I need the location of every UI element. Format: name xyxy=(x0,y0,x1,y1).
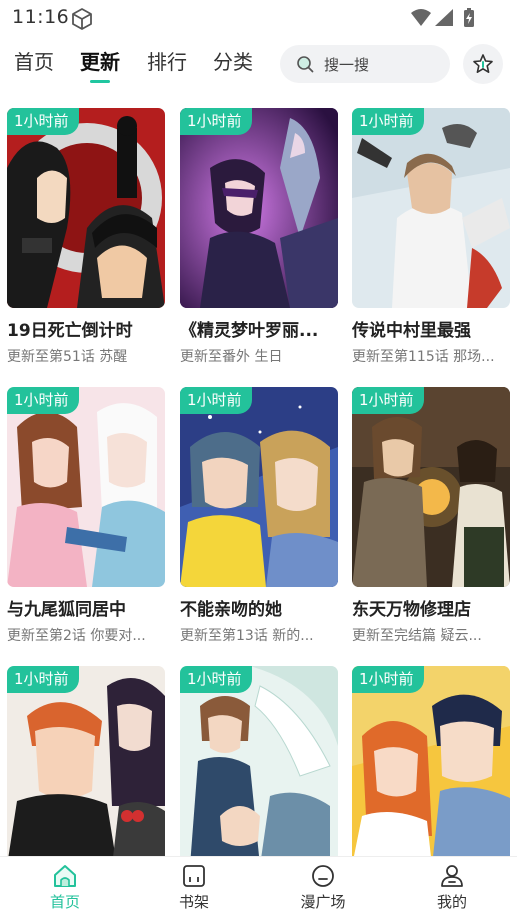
comic-card[interactable]: 1小时前 xyxy=(352,666,510,856)
comic-title: 与九尾狐同居中 xyxy=(7,600,126,620)
update-badge: 1小时前 xyxy=(180,666,252,693)
comic-cover[interactable]: 1小时前 xyxy=(352,387,510,587)
comic-card[interactable]: 1小时前 传说中村里最强 更新至第115话 那场... xyxy=(352,108,510,366)
profile-icon xyxy=(441,865,463,887)
nav-plaza[interactable]: 漫广场 xyxy=(283,863,363,912)
comic-cover[interactable]: 1小时前 xyxy=(352,108,510,308)
comic-subtitle: 更新至第13话 新的... xyxy=(180,628,314,644)
tab-category[interactable]: 分类 xyxy=(213,46,253,75)
comic-cover[interactable]: 1小时前 xyxy=(7,108,165,308)
search-icon xyxy=(296,55,314,77)
comic-title: 传说中村里最强 xyxy=(352,321,471,341)
wifi-icon xyxy=(411,9,431,26)
home-icon xyxy=(54,865,76,887)
comic-grid: 1小时前 19日死亡倒计时 更新至第51话 苏醒 1小时前 《精灵梦叶罗丽...… xyxy=(0,108,517,856)
comic-title: 不能亲吻的她 xyxy=(180,600,282,620)
active-tab-indicator xyxy=(90,80,110,83)
comic-card[interactable]: 1小时前 《精灵梦叶罗丽... 更新至番外 生日 xyxy=(180,108,338,366)
bottom-navigation: 首页 书架 漫广场 我的 xyxy=(0,856,517,920)
nav-bookshelf[interactable]: 书架 xyxy=(154,863,234,912)
plaza-icon xyxy=(312,865,334,887)
nav-profile-label: 我的 xyxy=(436,893,467,911)
comic-subtitle: 更新至第51话 苏醒 xyxy=(7,349,128,365)
signal-icon xyxy=(435,9,453,26)
top-tabs: 首页 更新 排行 分类 xyxy=(0,40,280,90)
nav-home-label: 首页 xyxy=(49,893,80,911)
comic-card[interactable]: 1小时前 19日死亡倒计时 更新至第51话 苏醒 xyxy=(7,108,165,366)
search-input[interactable]: 搜一搜 xyxy=(280,45,450,83)
update-badge: 1小时前 xyxy=(180,387,252,414)
star-icon xyxy=(473,54,493,73)
nav-plaza-label: 漫广场 xyxy=(300,893,346,911)
update-badge: 1小时前 xyxy=(352,387,424,414)
comic-cover[interactable]: 1小时前 xyxy=(180,108,338,308)
comic-cover[interactable]: 1小时前 xyxy=(352,666,510,856)
nav-home[interactable]: 首页 xyxy=(25,863,105,912)
tab-ranking[interactable]: 排行 xyxy=(147,46,187,75)
update-badge: 1小时前 xyxy=(7,108,79,135)
comic-cover[interactable]: 1小时前 xyxy=(180,666,338,856)
comic-subtitle: 更新至完结篇 疑云... xyxy=(352,628,482,644)
search-placeholder: 搜一搜 xyxy=(324,56,370,74)
tab-home[interactable]: 首页 xyxy=(14,46,54,75)
comic-card[interactable]: 1小时前 xyxy=(7,666,165,856)
favorite-button[interactable] xyxy=(463,44,503,84)
nav-profile[interactable]: 我的 xyxy=(412,863,492,912)
comic-subtitle: 更新至第2话 你要对... xyxy=(7,628,146,644)
update-badge: 1小时前 xyxy=(7,387,79,414)
comic-subtitle: 更新至番外 生日 xyxy=(180,349,283,365)
nav-bookshelf-label: 书架 xyxy=(178,893,209,911)
bookshelf-icon xyxy=(183,865,205,887)
update-badge: 1小时前 xyxy=(180,108,252,135)
comic-title: 19日死亡倒计时 xyxy=(7,321,133,341)
update-badge: 1小时前 xyxy=(352,108,424,135)
comic-card[interactable]: 1小时前 东天万物修理店 更新至完结篇 疑云... xyxy=(352,387,510,645)
comic-cover[interactable]: 1小时前 xyxy=(180,387,338,587)
battery-icon xyxy=(464,8,474,27)
comic-card[interactable]: 1小时前 不能亲吻的她 更新至第13话 新的... xyxy=(180,387,338,645)
comic-title: 东天万物修理店 xyxy=(352,600,471,620)
comic-title: 《精灵梦叶罗丽... xyxy=(180,321,319,341)
cube-icon xyxy=(70,7,94,35)
comic-subtitle: 更新至第115话 那场... xyxy=(352,349,495,365)
status-time: 11:16 xyxy=(12,6,70,28)
status-bar: 11:16 xyxy=(0,0,517,36)
comic-cover[interactable]: 1小时前 xyxy=(7,387,165,587)
update-badge: 1小时前 xyxy=(352,666,424,693)
status-indicators xyxy=(409,7,479,33)
comic-card[interactable]: 1小时前 xyxy=(180,666,338,856)
comic-cover[interactable]: 1小时前 xyxy=(7,666,165,856)
comic-card[interactable]: 1小时前 与九尾狐同居中 更新至第2话 你要对... xyxy=(7,387,165,645)
tab-update[interactable]: 更新 xyxy=(80,46,120,75)
update-badge: 1小时前 xyxy=(7,666,79,693)
